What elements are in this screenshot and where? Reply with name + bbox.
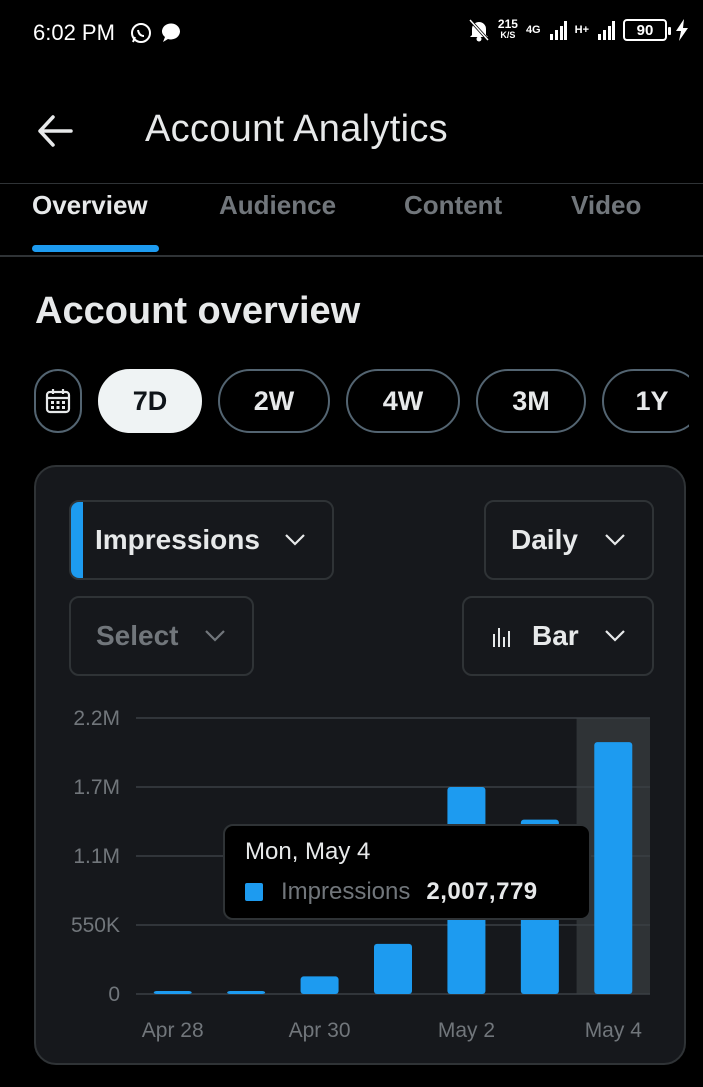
status-time: 6:02 PM	[33, 20, 115, 45]
bar	[153, 991, 192, 994]
bar	[374, 943, 412, 994]
bar	[300, 976, 339, 994]
network-rate: 215 K/S	[497, 17, 518, 41]
chart-tooltip: Mon, May 4 Impressions 2,007,779	[223, 824, 591, 920]
chat-bubble-icon	[161, 23, 180, 42]
x-tick-label: May 2	[438, 1019, 495, 1042]
network-type-1: 4G	[525, 24, 541, 36]
calendar-icon	[45, 389, 71, 414]
status-left-icons	[130, 22, 182, 44]
network-type-2: H+	[574, 24, 589, 36]
section-title: Account overview	[35, 290, 361, 332]
y-tick-label: 2.2M	[73, 707, 120, 730]
network-rate-value: 215	[497, 17, 518, 31]
x-tick-label: May 4	[585, 1019, 643, 1042]
tooltip-value: 2,007,779	[426, 878, 538, 905]
range-chip-4w[interactable]: 4W	[346, 369, 460, 433]
back-button[interactable]	[30, 106, 80, 156]
y-tick-label: 1.7M	[73, 776, 120, 799]
battery-icon: 90	[623, 19, 671, 41]
range-chip-7d[interactable]: 7D	[98, 369, 202, 433]
x-tick-label: Apr 30	[289, 1019, 351, 1042]
tab-active-indicator	[32, 245, 159, 252]
impressions-bar-chart: 0 550K 1.1M 1.7M 2.2M Apr 28 Apr 30 May 2 May 4	[71, 707, 650, 1042]
signal-icon	[549, 21, 567, 40]
range-chip-1y[interactable]: 1Y	[602, 369, 689, 433]
status-bar: 6:02 PM 215 K/S 4G H+ 90	[0, 0, 703, 64]
tab-content[interactable]: Content	[404, 190, 502, 221]
bar	[594, 742, 633, 994]
status-right-icons: 215 K/S 4G H+ 90	[468, 18, 689, 42]
tooltip-series-swatch	[245, 883, 263, 901]
y-tick-label: 1.1M	[73, 845, 120, 868]
bar	[227, 991, 266, 994]
range-chip-3m[interactable]: 3M	[476, 369, 586, 433]
tab-video[interactable]: Video	[571, 190, 641, 221]
tab-audience[interactable]: Audience	[219, 190, 336, 221]
date-range-chips: 7D 2W 4W 3M 1Y	[34, 369, 689, 433]
whatsapp-icon	[131, 23, 151, 43]
tooltip-series-name: Impressions	[281, 878, 411, 905]
app-header: Account Analytics	[0, 84, 703, 184]
calendar-button[interactable]	[34, 369, 82, 433]
page-title: Account Analytics	[145, 108, 448, 150]
battery-level: 90	[636, 21, 654, 39]
charging-bolt-icon	[676, 19, 688, 41]
tooltip-row: Impressions 2,007,779	[245, 878, 569, 906]
tab-overview[interactable]: Overview	[32, 190, 148, 221]
x-tick-label: Apr 28	[142, 1019, 204, 1042]
tooltip-date: Mon, May 4	[245, 838, 371, 865]
y-tick-label: 550K	[71, 914, 120, 937]
network-rate-unit: K/S	[500, 30, 516, 40]
divider	[0, 255, 703, 257]
notifications-muted-icon	[468, 18, 490, 42]
arrow-left-icon	[38, 115, 73, 147]
range-chip-2w[interactable]: 2W	[218, 369, 330, 433]
chart-card: Impressions Daily Select Bar 0 550K 1.1M 1.…	[34, 465, 686, 1065]
signal-icon-2	[598, 21, 615, 40]
y-tick-label: 0	[108, 983, 120, 1006]
tab-bar: Overview Audience Content Video	[0, 184, 703, 256]
